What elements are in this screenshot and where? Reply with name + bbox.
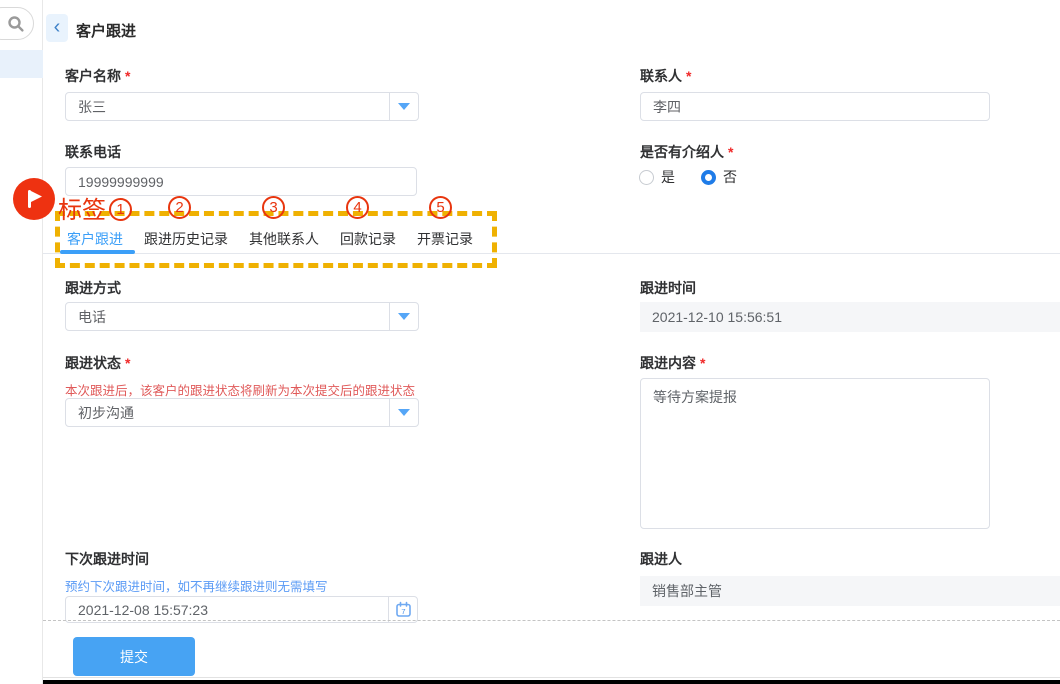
marker-2-icon: 2 (168, 196, 191, 219)
follow-time-label: 跟进时间 (640, 278, 696, 298)
flag-icon (21, 186, 47, 212)
marker-1-icon: 1 (109, 198, 132, 221)
contact-label: 联系人* (640, 66, 691, 86)
submit-button[interactable]: 提交 (73, 637, 195, 676)
radio-option-no[interactable]: 否 (701, 167, 737, 187)
tabs-divider (43, 253, 1060, 254)
footer-divider (43, 677, 1060, 678)
customer-name-label: 客户名称* (65, 66, 130, 86)
radio-no-label: 否 (723, 167, 737, 187)
calendar-button[interactable]: 7 (388, 597, 417, 622)
tab-bar: 客户跟进 跟进历史记录 其他联系人 回款记录 开票记录 (67, 229, 473, 249)
next-follow-time-input[interactable]: 2021-12-08 15:57:23 7 (65, 596, 418, 623)
follow-method-caret-box[interactable] (389, 303, 418, 330)
tab-follow-history[interactable]: 跟进历史记录 (144, 229, 228, 249)
required-asterisk: * (700, 355, 705, 371)
sidebar-item-active[interactable] (0, 50, 43, 78)
required-asterisk: * (728, 144, 733, 160)
follow-method-label: 跟进方式 (65, 278, 121, 298)
follow-status-label: 跟进状态* (65, 353, 130, 373)
bottom-bar (43, 680, 1060, 684)
radio-yes-label: 是 (661, 167, 675, 187)
marker-4-icon: 4 (346, 196, 369, 219)
follow-content-textarea[interactable]: 等待方案提报 (640, 378, 990, 529)
app-container: ‹ 客户跟进 客户名称* 张三 联系人* 联系电话 是否有介绍人* 是 否 (0, 0, 1060, 684)
required-asterisk: * (686, 68, 691, 84)
follow-content-label: 跟进内容* (640, 353, 705, 373)
chevron-down-icon (398, 103, 410, 110)
active-tab-indicator (60, 250, 135, 254)
annotation-label: 标签 1 (58, 190, 132, 225)
follow-status-caret-box[interactable] (389, 399, 418, 426)
search-button[interactable] (0, 7, 34, 40)
required-asterisk: * (125, 355, 130, 371)
chevron-left-icon: ‹ (54, 17, 61, 37)
section-divider (43, 620, 1060, 621)
calendar-icon: 7 (395, 601, 412, 618)
next-follow-time-value: 2021-12-08 15:57:23 (66, 597, 388, 622)
follow-person-value: 销售部主管 (640, 576, 1060, 606)
contact-input[interactable] (640, 92, 990, 121)
follow-status-select[interactable]: 初步沟通 (65, 398, 419, 427)
introducer-label: 是否有介绍人* (640, 142, 733, 162)
introducer-radio-group: 是 否 (639, 167, 751, 187)
next-follow-time-hint: 预约下次跟进时间，如不再继续跟进则无需填写 (65, 576, 328, 595)
radio-unselected-icon (639, 170, 654, 185)
tab-payment-records[interactable]: 回款记录 (340, 229, 396, 249)
chevron-down-icon (398, 313, 410, 320)
customer-name-caret-box[interactable] (389, 93, 418, 120)
radio-option-yes[interactable]: 是 (639, 167, 675, 187)
back-button[interactable]: ‹ (46, 14, 68, 42)
chevron-down-icon (398, 409, 410, 416)
radio-selected-icon (701, 170, 716, 185)
phone-label: 联系电话 (65, 142, 121, 162)
page-title: 客户跟进 (76, 20, 136, 41)
tab-customer-follow[interactable]: 客户跟进 (67, 229, 123, 249)
follow-status-hint: 本次跟进后，该客户的跟进状态将刷新为本次提交后的跟进状态 (65, 380, 415, 399)
follow-person-label: 跟进人 (640, 549, 682, 569)
customer-name-value: 张三 (66, 93, 389, 120)
annotation-flag-badge (13, 178, 55, 220)
search-icon (7, 15, 25, 33)
svg-text:7: 7 (401, 607, 405, 616)
marker-3-icon: 3 (262, 196, 285, 219)
marker-5-icon: 5 (429, 196, 452, 219)
required-asterisk: * (125, 68, 130, 84)
sidebar (0, 0, 43, 684)
tab-other-contacts[interactable]: 其他联系人 (249, 229, 319, 249)
follow-method-select[interactable]: 电话 (65, 302, 419, 331)
follow-time-value: 2021-12-10 15:56:51 (640, 302, 1060, 332)
follow-method-value: 电话 (66, 303, 389, 330)
next-follow-time-label: 下次跟进时间 (65, 549, 149, 569)
follow-status-value: 初步沟通 (66, 399, 389, 426)
customer-name-select[interactable]: 张三 (65, 92, 419, 121)
tab-invoice-records[interactable]: 开票记录 (417, 229, 473, 249)
